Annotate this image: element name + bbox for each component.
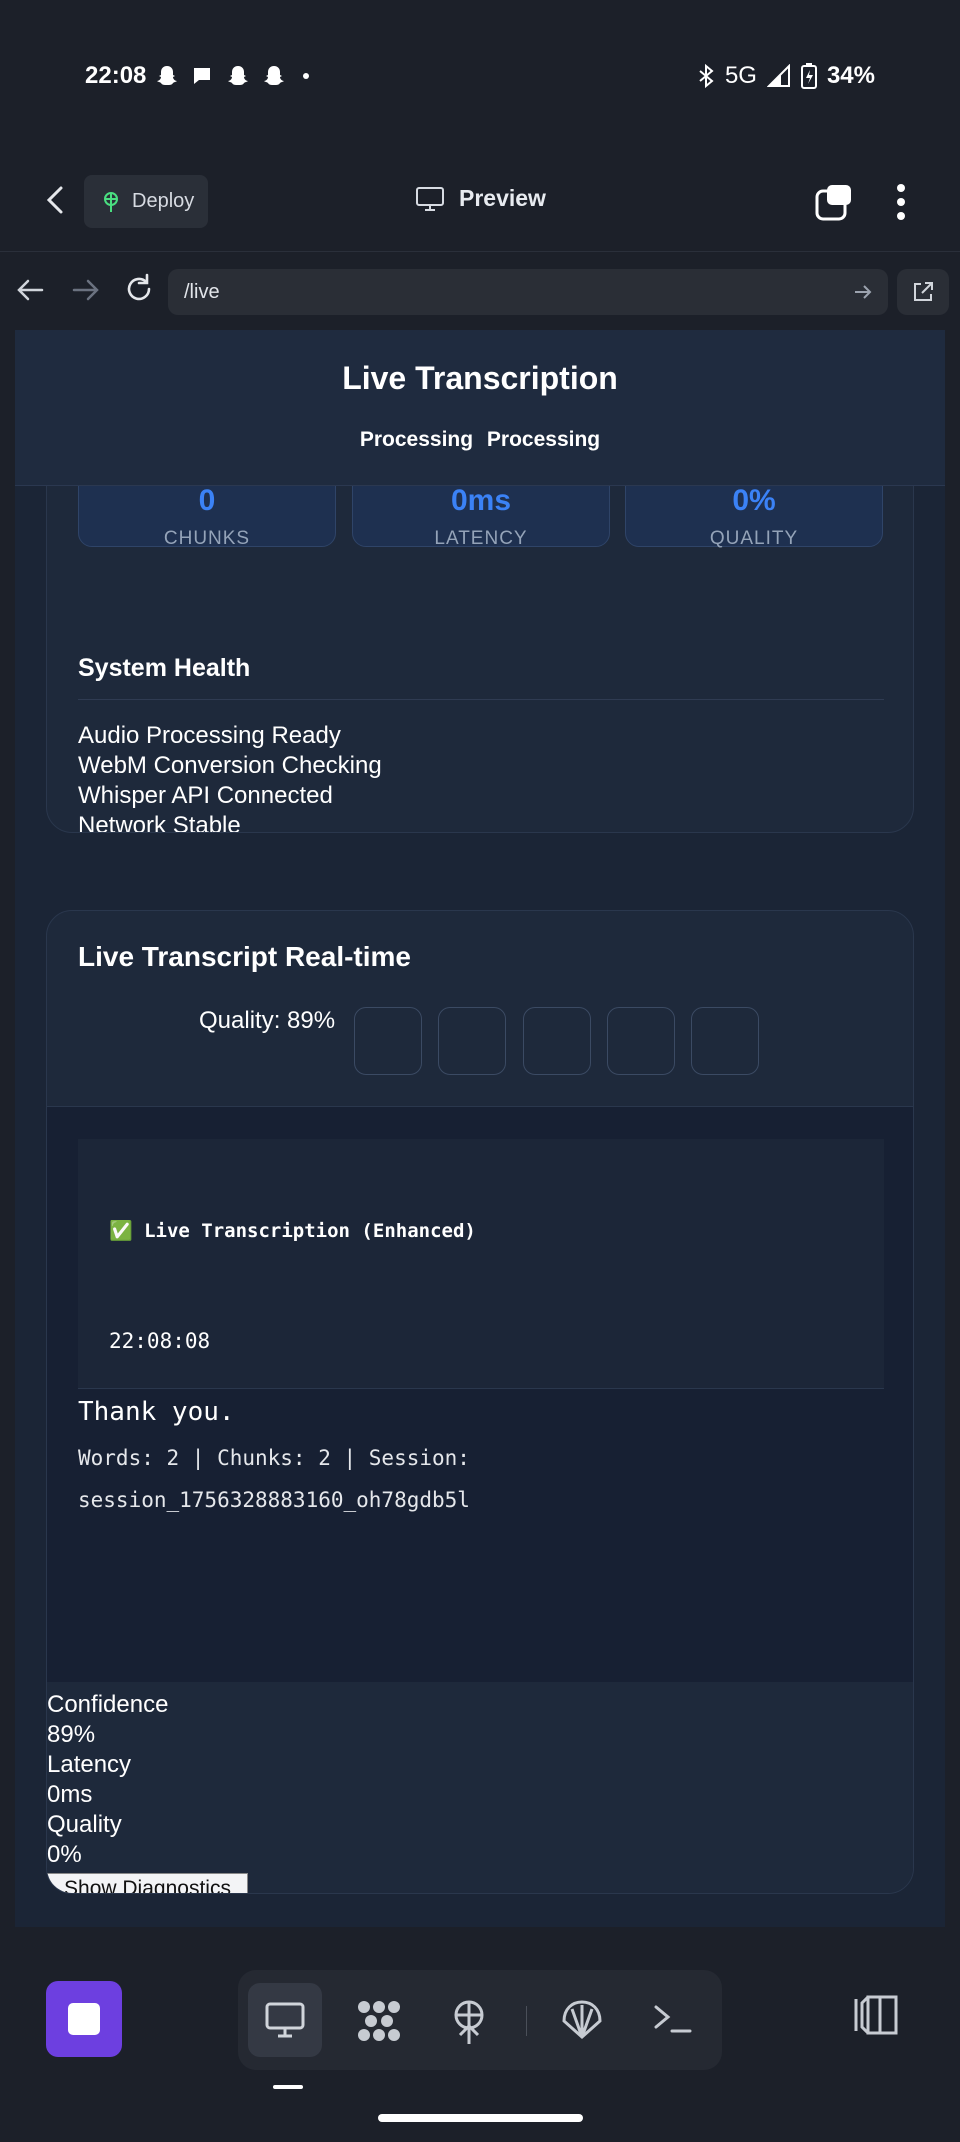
transcript-body: ✅ Live Transcription (Enhanced) 22:08:08… — [47, 1107, 913, 1682]
nav-forward-icon[interactable] — [68, 273, 102, 307]
preview-title: Preview — [415, 185, 546, 212]
quality-bar-box — [607, 1007, 675, 1075]
quality-bar-box — [523, 1007, 591, 1075]
url-text: /live — [184, 281, 220, 303]
signal-icon — [766, 64, 790, 87]
quality-label: Quality: 89% — [199, 1007, 336, 1034]
show-diagnostics-button[interactable]: Show Diagnostics — [47, 1873, 248, 1893]
tool-group — [238, 1970, 722, 2070]
status-row: Processing Processing — [15, 428, 945, 452]
stat-label: Latency — [47, 1751, 132, 1778]
quality-bar-box — [691, 1007, 759, 1075]
go-arrow-icon[interactable] — [852, 281, 874, 303]
metric-value: 0% — [732, 484, 776, 517]
transcript-entry: ✅ Live Transcription (Enhanced) 22:08:08 — [78, 1139, 884, 1389]
system-health-list: Audio Processing Ready WebM Conversion C… — [78, 721, 382, 833]
home-indicator[interactable] — [378, 2114, 583, 2122]
status-processing: Processing — [359, 428, 474, 451]
stat-value: 89% — [47, 1721, 96, 1748]
entry-timestamp: 22:08:08 — [109, 1329, 211, 1353]
metric-label: QUALITY — [709, 528, 799, 549]
chat-icon — [194, 68, 210, 84]
nav-back-icon[interactable] — [14, 273, 48, 307]
grid-dots-icon — [358, 2001, 400, 2041]
quality-bar-box — [354, 1007, 422, 1075]
snapchat-icon — [264, 66, 284, 85]
metric-label: LATENCY — [434, 528, 528, 549]
health-item: Whisper API Connected — [78, 782, 333, 809]
transcript-meta: Words: 2 | Chunks: 2 | Session: session_… — [78, 1437, 878, 1521]
metric-label: CHUNKS — [163, 528, 251, 549]
health-item: Network Stable — [78, 812, 241, 833]
health-item: WebM Conversion Checking — [78, 752, 382, 779]
workspace-tool-button[interactable] — [340, 1983, 414, 2057]
snapchat-icon — [228, 66, 248, 85]
bottom-toolbar — [0, 1943, 960, 2142]
deploy-icon — [104, 191, 118, 212]
stat-label: Quality — [47, 1811, 122, 1838]
page-header: Live Transcription Processing Processing — [15, 330, 945, 486]
session-id: session_1756328883160_oh78gdb5l — [78, 1488, 470, 1512]
status-bar: 22:08 5G 34% — [0, 0, 960, 150]
page-title: Live Transcription — [342, 360, 618, 396]
url-input[interactable]: /live — [168, 269, 888, 315]
split-layout-icon[interactable] — [850, 1993, 900, 2037]
health-item: Audio Processing Ready — [78, 722, 341, 749]
stop-icon — [68, 2003, 100, 2035]
metric-value: 0ms — [450, 484, 512, 517]
deploy-icon — [454, 2000, 484, 2044]
transcript-header: Live Transcript Real-time Quality: 89% — [47, 911, 913, 1107]
web-page: Live Transcription Processing Processing… — [15, 330, 945, 1927]
terminal-icon — [654, 2005, 692, 2033]
status-time: 22:08 — [85, 62, 147, 89]
deploy-button[interactable]: Deploy — [84, 175, 208, 228]
reload-icon[interactable] — [121, 271, 157, 307]
dot-icon — [303, 73, 309, 79]
transcript-stats: Confidence 89% Latency 0ms Quality 0% Sh… — [47, 1682, 913, 1893]
back-arrow-icon[interactable] — [36, 180, 76, 220]
status-processing: Processing — [486, 428, 601, 451]
deploy-label: Deploy — [132, 190, 195, 212]
monitor-icon — [265, 2002, 305, 2038]
shell-icon — [562, 2000, 602, 2039]
terminal-tool-button[interactable] — [636, 1983, 710, 2057]
transcript-card: Live Transcript Real-time Quality: 89% ✅… — [46, 910, 914, 1894]
divider — [78, 699, 884, 700]
external-link-icon — [914, 282, 933, 301]
snapchat-icon — [157, 66, 177, 85]
network-type: 5G — [724, 62, 757, 89]
quality-bar-box — [438, 1007, 506, 1075]
ai-tool-button[interactable] — [544, 1983, 618, 2057]
toolbar-separator — [526, 2006, 527, 2036]
transcript-title: Live Transcript Real-time — [78, 941, 412, 972]
battery-icon — [800, 63, 817, 89]
open-external-button[interactable] — [897, 269, 949, 315]
stat-label: Confidence — [47, 1691, 169, 1718]
metric-value: 0 — [198, 484, 216, 517]
system-health-title: System Health — [78, 654, 251, 682]
stat-value: 0% — [47, 1841, 82, 1868]
bluetooth-icon — [699, 64, 714, 88]
deploy-tool-button[interactable] — [432, 1983, 506, 2057]
battery-level: 34% — [826, 62, 875, 89]
stats-list: Confidence 89% Latency 0ms Quality 0% — [47, 1690, 168, 1870]
enhanced-label: ✅ Live Transcription (Enhanced) — [109, 1220, 476, 1242]
browser-toolbar: /live — [0, 253, 960, 329]
stop-button[interactable] — [46, 1981, 122, 2057]
more-menu-icon[interactable] — [886, 180, 916, 224]
meta-line: Words: 2 | Chunks: 2 | Session: — [78, 1446, 470, 1470]
app-header: Deploy Preview — [0, 150, 960, 252]
status-indicators: 5G 34% — [697, 62, 875, 90]
monitor-icon — [416, 186, 444, 211]
stat-value: 0ms — [47, 1781, 93, 1808]
tabs-icon[interactable] — [815, 183, 853, 221]
active-tab-indicator — [273, 2085, 303, 2089]
preview-label: Preview — [459, 185, 546, 211]
preview-tool-button[interactable] — [248, 1983, 322, 2057]
transcript-text: Thank you. — [78, 1397, 235, 1427]
